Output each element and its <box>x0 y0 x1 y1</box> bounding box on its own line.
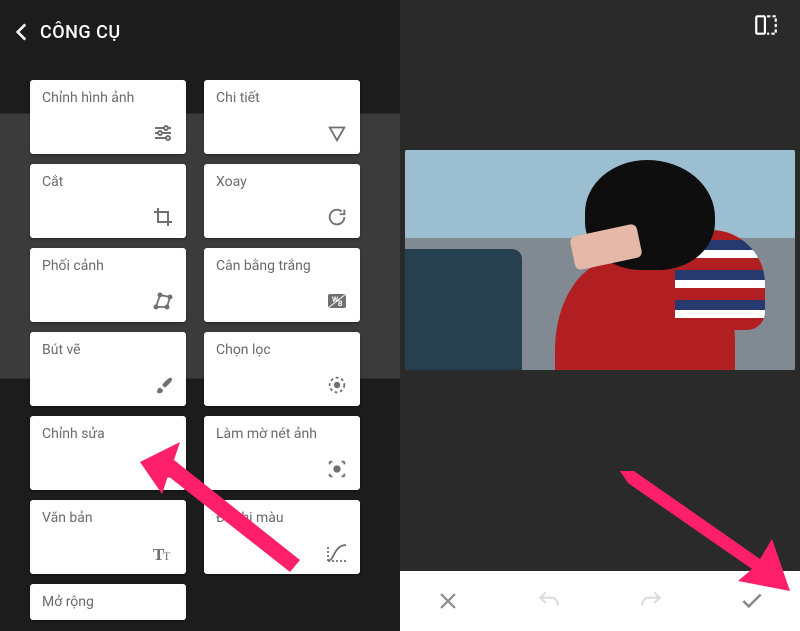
tool-crop[interactable]: Cắt <box>30 164 186 238</box>
editor-canvas[interactable] <box>400 50 800 571</box>
tool-curves[interactable]: Đồ thị màu <box>204 500 360 574</box>
tool-rotate[interactable]: Xoay <box>204 164 360 238</box>
wb-icon: WB <box>324 288 350 314</box>
tool-brush[interactable]: Bút vẽ <box>30 332 186 406</box>
selective-icon <box>324 372 350 398</box>
curves-icon <box>324 540 350 566</box>
tool-label: Chỉnh sửa <box>42 426 174 442</box>
tool-label: Phối cảnh <box>42 258 174 274</box>
tool-label: Bút vẽ <box>42 342 174 358</box>
tool-label: Mở rộng <box>42 594 174 610</box>
text-icon: TT <box>150 540 176 566</box>
tool-expand[interactable]: Mở rộng <box>30 584 186 620</box>
rotate-icon <box>324 204 350 230</box>
tool-vignette[interactable]: Làm mờ nét ảnh <box>204 416 360 490</box>
tool-label: Chi tiết <box>216 90 348 106</box>
perspective-icon <box>150 288 176 314</box>
tool-label: Chỉnh hình ảnh <box>42 90 174 106</box>
back-icon[interactable] <box>8 18 36 46</box>
tool-label: Đồ thị màu <box>216 510 348 526</box>
editor-panel <box>400 0 800 631</box>
tool-label: Cân bằng trắng <box>216 258 348 274</box>
svg-text:B: B <box>338 300 343 308</box>
tools-panel: CÔNG CỤ Chỉnh hình ảnh Chi tiết Cắt Xoay <box>0 0 400 631</box>
tool-label: Chọn lọc <box>216 342 348 358</box>
tool-label: Văn bản <box>42 510 174 526</box>
tool-healing[interactable]: Chỉnh sửa <box>30 416 186 490</box>
tool-label: Cắt <box>42 174 174 190</box>
crop-icon <box>150 204 176 230</box>
undo-button[interactable] <box>529 581 569 621</box>
redo-button[interactable] <box>631 581 671 621</box>
editor-topbar <box>400 0 800 50</box>
tool-details[interactable]: Chi tiết <box>204 80 360 154</box>
svg-text:T: T <box>163 549 171 563</box>
tool-label: Xoay <box>216 174 348 190</box>
tool-selective[interactable]: Chọn lọc <box>204 332 360 406</box>
tool-grid: Chỉnh hình ảnh Chi tiết Cắt Xoay Phối cả… <box>30 80 360 631</box>
cancel-button[interactable] <box>428 581 468 621</box>
compare-icon[interactable] <box>752 11 780 39</box>
tool-perspective[interactable]: Phối cảnh <box>30 248 186 322</box>
photo-preview <box>405 150 795 370</box>
heal-icon <box>150 456 176 482</box>
tools-title: CÔNG CỤ <box>40 22 121 43</box>
tool-text[interactable]: Văn bản TT <box>30 500 186 574</box>
tools-header: CÔNG CỤ <box>8 18 121 46</box>
brush-icon <box>150 372 176 398</box>
editor-bottombar <box>400 571 800 631</box>
tune-icon <box>150 120 176 146</box>
tool-white-balance[interactable]: Cân bằng trắng WB <box>204 248 360 322</box>
vignette-icon <box>324 456 350 482</box>
triangle-down-icon <box>324 120 350 146</box>
apply-button[interactable] <box>732 581 772 621</box>
tool-label: Làm mờ nét ảnh <box>216 426 348 442</box>
tool-tune[interactable]: Chỉnh hình ảnh <box>30 80 186 154</box>
